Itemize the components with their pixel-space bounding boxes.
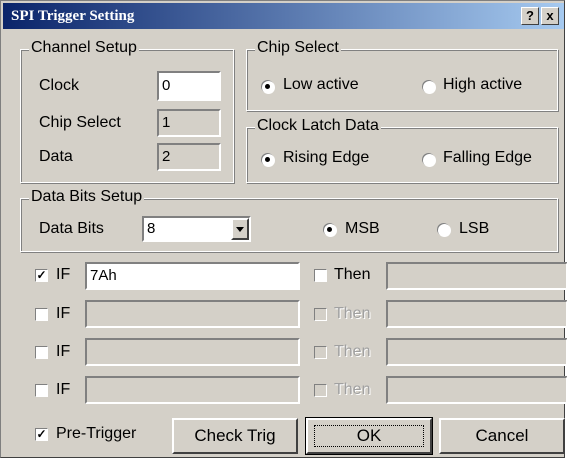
if-checkbox-3[interactable] (35, 346, 48, 359)
lsb-label[interactable]: LSB (459, 220, 489, 238)
chip-select-label: Chip Select (39, 114, 121, 131)
then-label-4: Then (334, 381, 371, 398)
data-bits-label: Data Bits (39, 220, 104, 237)
data-label: Data (39, 148, 73, 165)
msb-radio[interactable] (323, 223, 336, 236)
data-bits-group-title: Data Bits Setup (29, 188, 145, 206)
window-title: SPI Trigger Setting (11, 8, 135, 24)
chip-select-input[interactable]: 1 (157, 109, 221, 137)
then-input-4[interactable] (386, 376, 567, 404)
then-input-1[interactable] (386, 262, 567, 290)
pre-trigger-label[interactable]: Pre-Trigger (56, 425, 136, 443)
if-input-4[interactable] (85, 376, 300, 404)
data-input[interactable]: 2 (157, 143, 221, 171)
pre-trigger-checkbox[interactable]: ✓ (35, 428, 48, 441)
then-checkbox-1[interactable] (314, 269, 327, 282)
rising-edge-radio[interactable] (261, 153, 274, 166)
channel-setup-title: Channel Setup (29, 39, 139, 57)
if-input-3[interactable] (85, 338, 300, 366)
ok-button[interactable]: OK (305, 417, 433, 455)
help-button[interactable]: ? (521, 7, 539, 25)
then-checkbox-3[interactable] (314, 346, 327, 359)
check-trig-button[interactable]: Check Trig (172, 418, 298, 454)
close-button[interactable]: x (541, 7, 559, 25)
then-input-3[interactable] (386, 338, 567, 366)
msb-label[interactable]: MSB (345, 220, 380, 238)
high-active-radio[interactable] (422, 80, 435, 93)
data-bits-value: 8 (147, 220, 156, 237)
falling-edge-label[interactable]: Falling Edge (443, 149, 532, 167)
if-label-2: IF (56, 305, 71, 322)
if-checkbox-4[interactable] (35, 384, 48, 397)
chip-select-group-title: Chip Select (255, 39, 341, 57)
clock-input[interactable]: 0 (157, 71, 221, 101)
if-checkbox-1[interactable]: ✓ (35, 269, 48, 282)
if-label-3: IF (56, 343, 71, 360)
lsb-radio[interactable] (437, 223, 450, 236)
spi-trigger-dialog: SPI Trigger Setting ? x Channel Setup Cl… (0, 0, 567, 458)
then-checkbox-2[interactable] (314, 308, 327, 321)
focus-rect (314, 425, 424, 447)
high-active-label[interactable]: High active (443, 76, 522, 94)
then-input-2[interactable] (386, 300, 567, 328)
if-input-1[interactable]: 7Ah (85, 262, 300, 290)
then-label-1: Then (334, 266, 371, 283)
falling-edge-radio[interactable] (422, 153, 435, 166)
then-checkbox-4[interactable] (314, 384, 327, 397)
data-bits-select[interactable]: 8 (142, 216, 251, 242)
then-label-2: Then (334, 305, 371, 322)
title-bar: SPI Trigger Setting ? x (3, 3, 564, 29)
if-label-4: IF (56, 381, 71, 398)
rising-edge-label[interactable]: Rising Edge (283, 149, 369, 167)
low-active-radio[interactable] (261, 80, 274, 93)
if-label-1: IF (56, 266, 71, 283)
low-active-label[interactable]: Low active (283, 76, 359, 94)
cancel-button[interactable]: Cancel (439, 418, 565, 454)
clock-latch-title: Clock Latch Data (255, 117, 381, 135)
then-label-3: Then (334, 343, 371, 360)
chevron-down-icon[interactable] (231, 218, 249, 240)
if-checkbox-2[interactable] (35, 308, 48, 321)
if-input-2[interactable] (85, 300, 300, 328)
clock-label: Clock (39, 77, 80, 94)
